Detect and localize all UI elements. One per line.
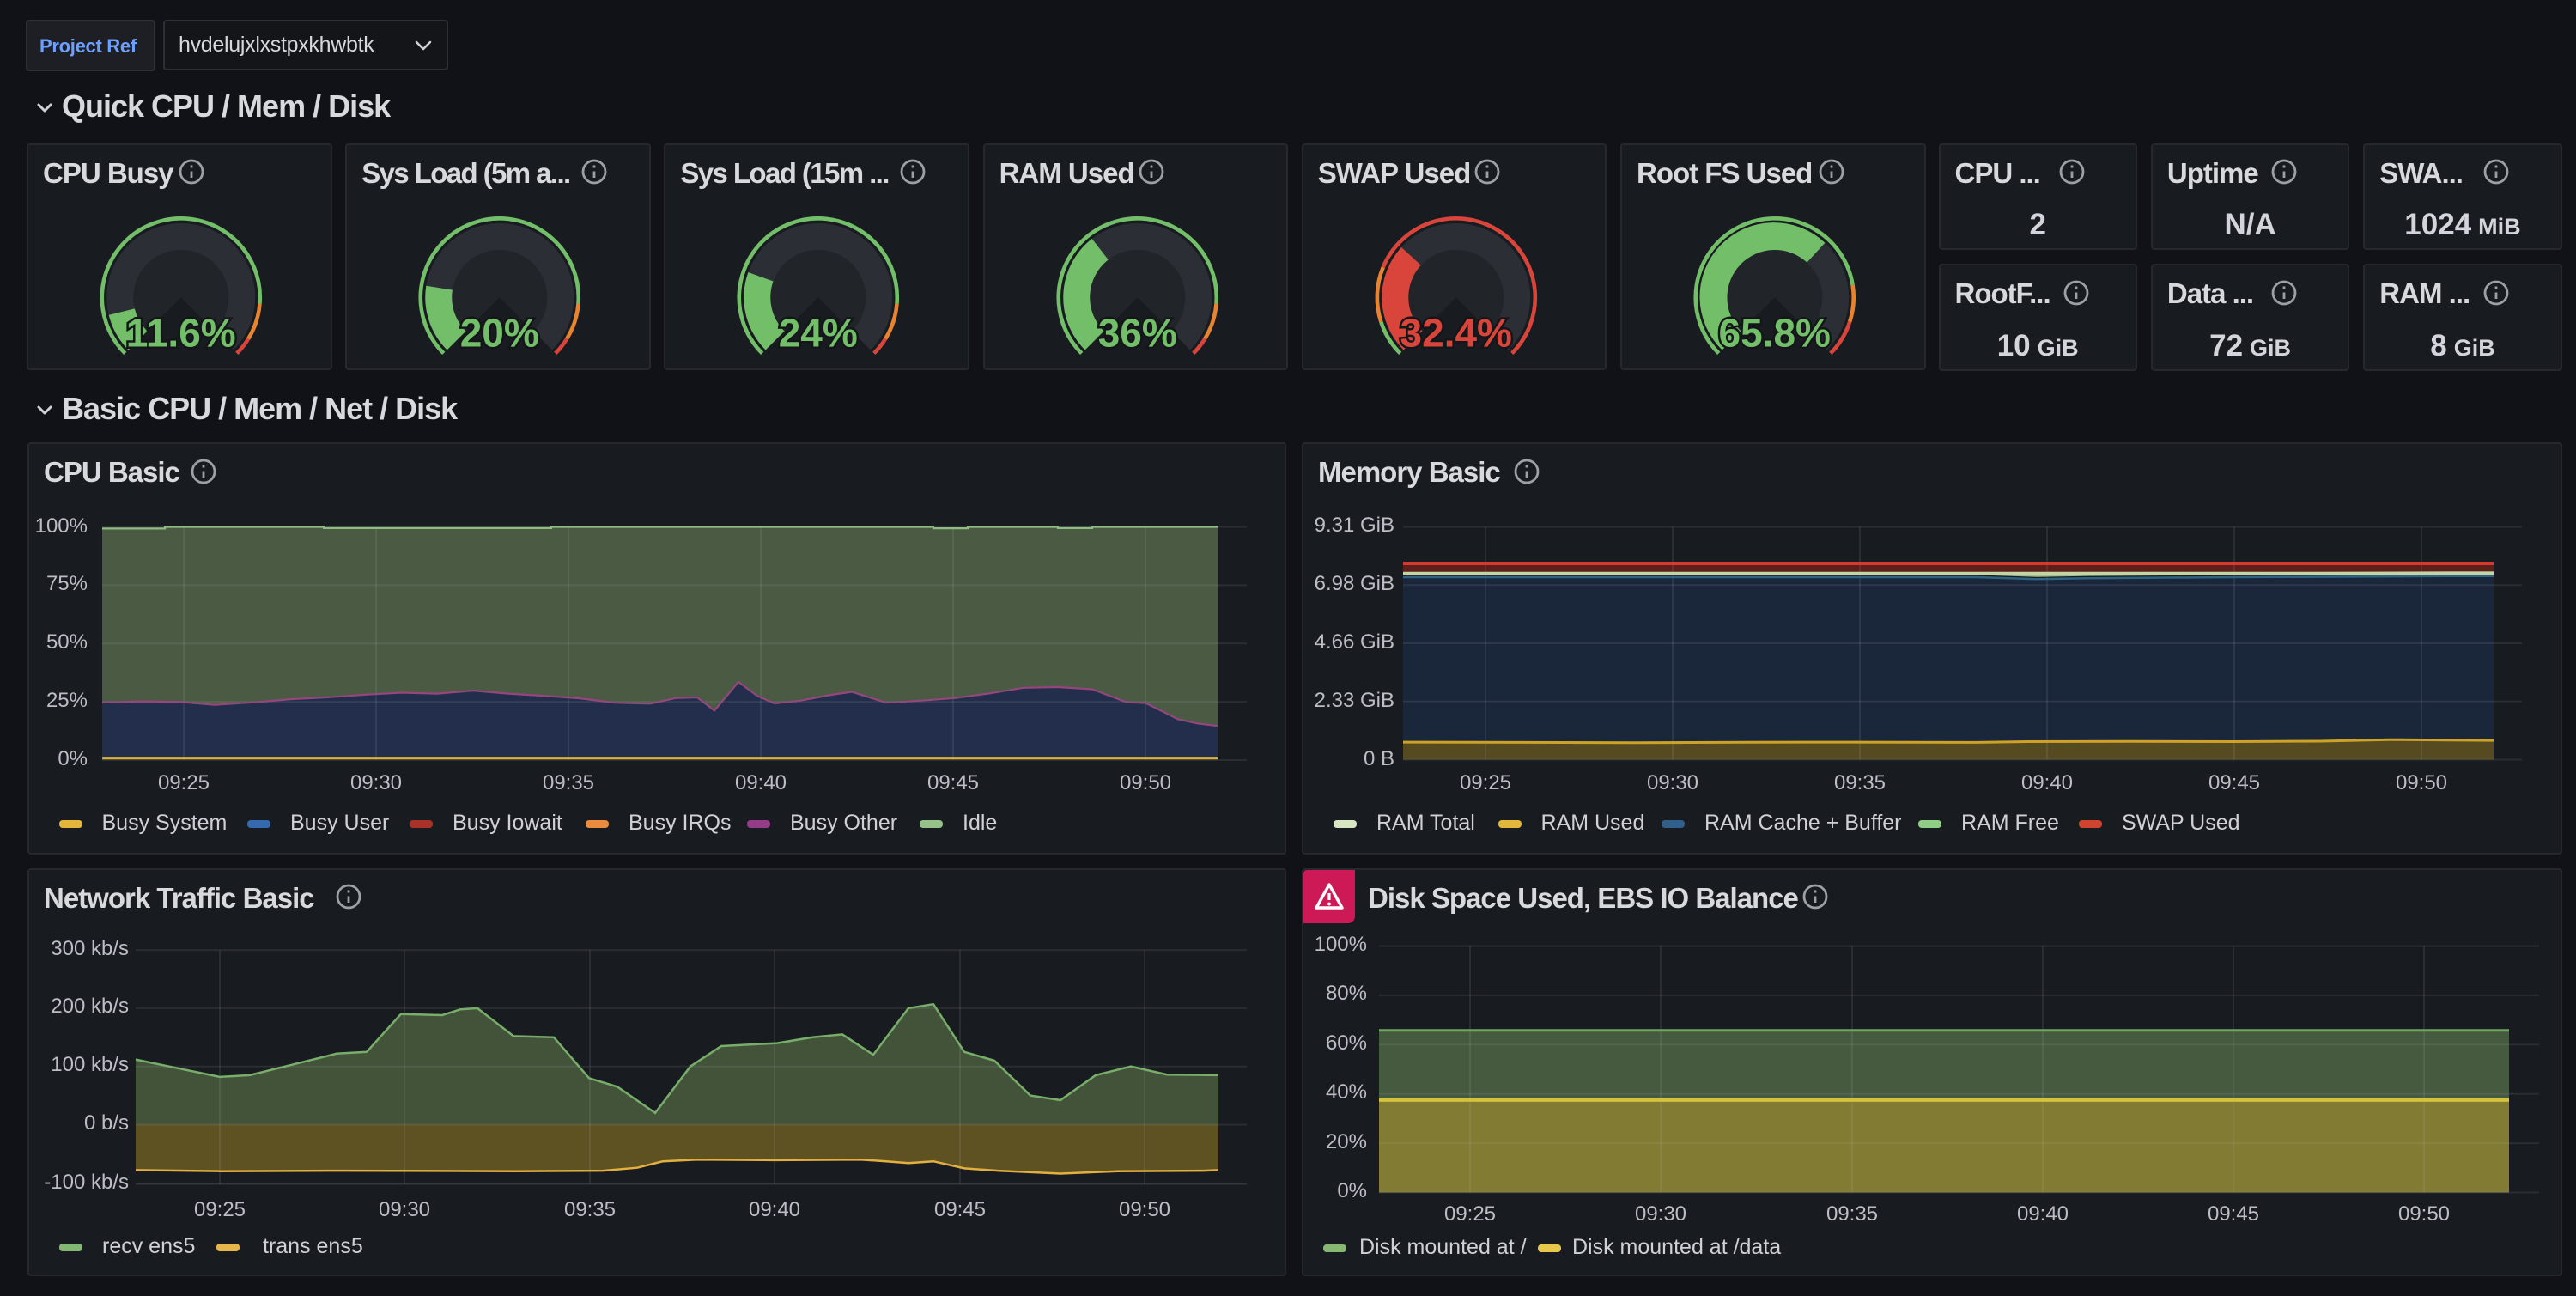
svg-text:32.4%: 32.4% (1400, 310, 1511, 355)
svg-text:36%: 36% (1097, 310, 1176, 355)
svg-text:20%: 20% (460, 310, 539, 355)
svg-text:65.8%: 65.8% (1719, 310, 1831, 355)
svg-text:24%: 24% (779, 310, 858, 355)
svg-text:11.6%: 11.6% (126, 310, 236, 355)
